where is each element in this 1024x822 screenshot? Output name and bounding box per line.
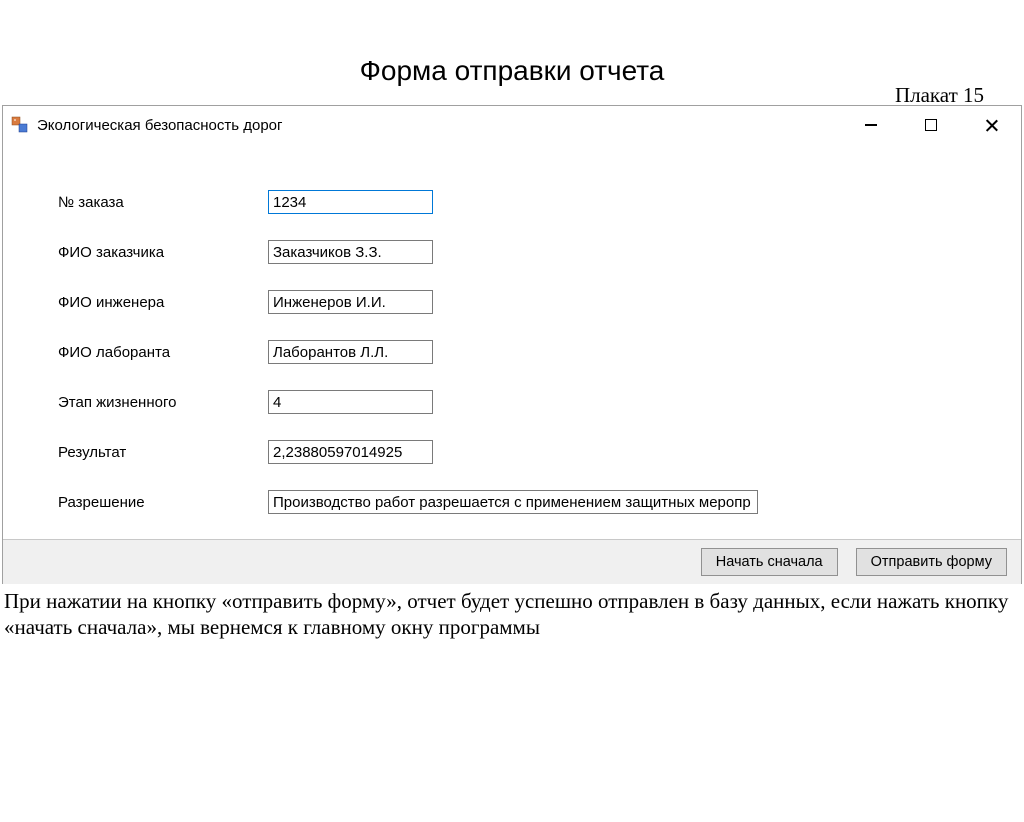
- description-text: При нажатии на кнопку «отправить форму»,…: [0, 584, 1024, 641]
- input-result[interactable]: [268, 440, 433, 464]
- application-window: Экологическая безопасность дорог № заказ…: [2, 105, 1022, 584]
- poster-label: Плакат 15: [895, 83, 984, 108]
- row-lifecycle-stage: Этап жизненного: [58, 389, 1021, 415]
- maximize-button[interactable]: [901, 106, 961, 144]
- input-engineer-name[interactable]: [268, 290, 433, 314]
- input-order-no[interactable]: [268, 190, 433, 214]
- row-resolution: Разрешение: [58, 489, 1021, 515]
- submit-button[interactable]: Отправить форму: [856, 548, 1007, 576]
- input-labassistant-name[interactable]: [268, 340, 433, 364]
- restart-button[interactable]: Начать сначала: [701, 548, 838, 576]
- label-customer-name: ФИО заказчика: [58, 244, 268, 261]
- close-button[interactable]: [961, 106, 1021, 144]
- window-title: Экологическая безопасность дорог: [37, 117, 841, 134]
- titlebar: Экологическая безопасность дорог: [3, 106, 1021, 144]
- row-labassistant-name: ФИО лаборанта: [58, 339, 1021, 365]
- button-bar: Начать сначала Отправить форму: [3, 539, 1021, 584]
- row-engineer-name: ФИО инженера: [58, 289, 1021, 315]
- app-icon: [11, 116, 29, 134]
- minimize-button[interactable]: [841, 106, 901, 144]
- form-area: № заказа ФИО заказчика ФИО инженера ФИО …: [3, 144, 1021, 515]
- label-result: Результат: [58, 444, 268, 461]
- input-resolution[interactable]: [268, 490, 758, 514]
- minimize-icon: [865, 124, 877, 126]
- close-icon: [984, 118, 999, 133]
- label-order-no: № заказа: [58, 194, 268, 211]
- row-result: Результат: [58, 439, 1021, 465]
- input-customer-name[interactable]: [268, 240, 433, 264]
- window-controls: [841, 106, 1021, 144]
- row-order-no: № заказа: [58, 189, 1021, 215]
- label-lifecycle-stage: Этап жизненного: [58, 394, 268, 411]
- page-title: Форма отправки отчета: [0, 55, 1024, 87]
- label-resolution: Разрешение: [58, 494, 268, 511]
- row-customer-name: ФИО заказчика: [58, 239, 1021, 265]
- label-engineer-name: ФИО инженера: [58, 294, 268, 311]
- label-labassistant-name: ФИО лаборанта: [58, 344, 268, 361]
- input-lifecycle-stage[interactable]: [268, 390, 433, 414]
- maximize-icon: [925, 119, 937, 131]
